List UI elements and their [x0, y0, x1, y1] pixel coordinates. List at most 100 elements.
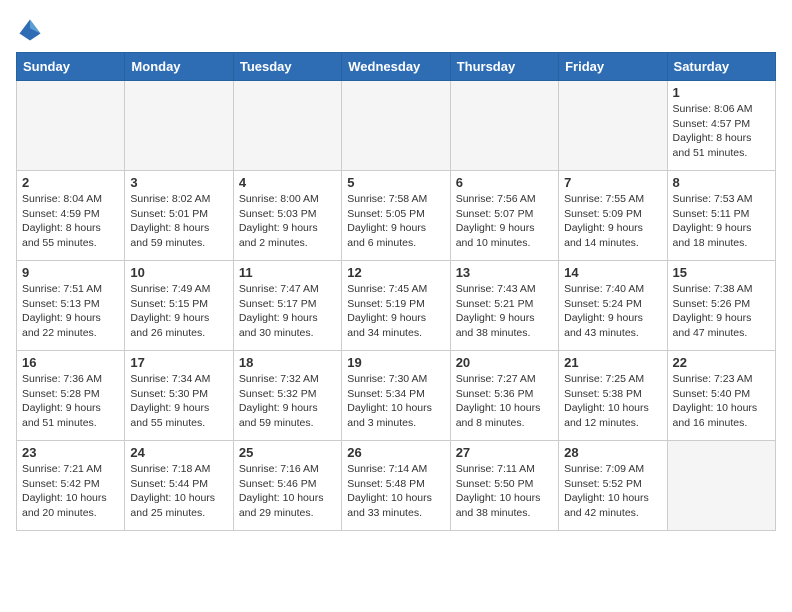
calendar-cell	[342, 81, 450, 171]
page-header	[16, 16, 776, 44]
day-info: Sunrise: 7:27 AM Sunset: 5:36 PM Dayligh…	[456, 372, 553, 431]
day-info: Sunrise: 7:53 AM Sunset: 5:11 PM Dayligh…	[673, 192, 770, 251]
calendar-cell: 15Sunrise: 7:38 AM Sunset: 5:26 PM Dayli…	[667, 261, 775, 351]
col-header-friday: Friday	[559, 53, 667, 81]
calendar-cell	[667, 441, 775, 531]
calendar-cell: 11 Sunrise: 7:47 AM Sunset: 5:17 PM Dayli…	[233, 261, 341, 351]
day-number: 24	[130, 445, 227, 460]
day-info: Sunrise: 7:09 AM Sunset: 5:52 PM Dayligh…	[564, 462, 661, 521]
day-info: Sunrise: 7:11 AM Sunset: 5:50 PM Dayligh…	[456, 462, 553, 521]
calendar-cell	[17, 81, 125, 171]
day-number: 25	[239, 445, 336, 460]
col-header-thursday: Thursday	[450, 53, 558, 81]
calendar-cell: 7Sunrise: 7:55 AM Sunset: 5:09 PM Daylig…	[559, 171, 667, 261]
day-number: 19	[347, 355, 444, 370]
calendar-cell	[233, 81, 341, 171]
day-number: 12	[347, 265, 444, 280]
day-info: Sunrise: 7:23 AM Sunset: 5:40 PM Dayligh…	[673, 372, 770, 431]
calendar-cell: 27 Sunrise: 7:11 AM Sunset: 5:50 PM Dayli…	[450, 441, 558, 531]
day-info: Sunrise: 7:25 AM Sunset: 5:38 PM Dayligh…	[564, 372, 661, 431]
day-info: Sunrise: 8:00 AM Sunset: 5:03 PM Dayligh…	[239, 192, 336, 251]
calendar-cell	[125, 81, 233, 171]
day-number: 13	[456, 265, 553, 280]
day-info: Sunrise: 7:30 AM Sunset: 5:34 PM Dayligh…	[347, 372, 444, 431]
calendar-cell: 16 Sunrise: 7:36 AM Sunset: 5:28 PM Dayli…	[17, 351, 125, 441]
col-header-sunday: Sunday	[17, 53, 125, 81]
day-info: Sunrise: 7:14 AM Sunset: 5:48 PM Dayligh…	[347, 462, 444, 521]
logo	[16, 16, 48, 44]
calendar-cell	[450, 81, 558, 171]
day-number: 20	[456, 355, 553, 370]
day-info: Sunrise: 7:45 AM Sunset: 5:19 PM Dayligh…	[347, 282, 444, 341]
day-number: 18	[239, 355, 336, 370]
week-row-4: 23 Sunrise: 7:21 AM Sunset: 5:42 PM Dayli…	[17, 441, 776, 531]
calendar-cell: 23 Sunrise: 7:21 AM Sunset: 5:42 PM Dayli…	[17, 441, 125, 531]
calendar-cell: 12 Sunrise: 7:45 AM Sunset: 5:19 PM Dayli…	[342, 261, 450, 351]
calendar-cell: 24Sunrise: 7:18 AM Sunset: 5:44 PM Dayli…	[125, 441, 233, 531]
day-info: Sunrise: 7:32 AM Sunset: 5:32 PM Dayligh…	[239, 372, 336, 431]
col-header-saturday: Saturday	[667, 53, 775, 81]
calendar-cell: 2 Sunrise: 8:04 AM Sunset: 4:59 PM Daylig…	[17, 171, 125, 261]
calendar-cell: 9 Sunrise: 7:51 AM Sunset: 5:13 PM Daylig…	[17, 261, 125, 351]
day-number: 22	[673, 355, 770, 370]
day-number: 26	[347, 445, 444, 460]
day-info: Sunrise: 7:56 AM Sunset: 5:07 PM Dayligh…	[456, 192, 553, 251]
calendar-cell: 8 Sunrise: 7:53 AM Sunset: 5:11 PM Daylig…	[667, 171, 775, 261]
day-number: 2	[22, 175, 119, 190]
day-number: 3	[130, 175, 227, 190]
day-number: 4	[239, 175, 336, 190]
calendar-cell: 1 Sunrise: 8:06 AM Sunset: 4:57 PM Daylig…	[667, 81, 775, 171]
calendar-cell: 13 Sunrise: 7:43 AM Sunset: 5:21 PM Dayli…	[450, 261, 558, 351]
day-number: 23	[22, 445, 119, 460]
day-info: Sunrise: 7:47 AM Sunset: 5:17 PM Dayligh…	[239, 282, 336, 341]
calendar-cell: 6 Sunrise: 7:56 AM Sunset: 5:07 PM Daylig…	[450, 171, 558, 261]
week-row-1: 2 Sunrise: 8:04 AM Sunset: 4:59 PM Daylig…	[17, 171, 776, 261]
day-info: Sunrise: 7:38 AM Sunset: 5:26 PM Dayligh…	[673, 282, 770, 341]
day-number: 10	[130, 265, 227, 280]
day-number: 6	[456, 175, 553, 190]
week-row-0: 1 Sunrise: 8:06 AM Sunset: 4:57 PM Daylig…	[17, 81, 776, 171]
day-number: 9	[22, 265, 119, 280]
calendar-header-row: SundayMondayTuesdayWednesdayThursdayFrid…	[17, 53, 776, 81]
day-number: 28	[564, 445, 661, 460]
week-row-2: 9 Sunrise: 7:51 AM Sunset: 5:13 PM Daylig…	[17, 261, 776, 351]
day-number: 16	[22, 355, 119, 370]
calendar-table: SundayMondayTuesdayWednesdayThursdayFrid…	[16, 52, 776, 531]
calendar-cell: 21Sunrise: 7:25 AM Sunset: 5:38 PM Dayli…	[559, 351, 667, 441]
day-number: 5	[347, 175, 444, 190]
day-number: 14	[564, 265, 661, 280]
calendar-cell: 14 Sunrise: 7:40 AM Sunset: 5:24 PM Dayli…	[559, 261, 667, 351]
col-header-tuesday: Tuesday	[233, 53, 341, 81]
calendar-cell: 17 Sunrise: 7:34 AM Sunset: 5:30 PM Dayli…	[125, 351, 233, 441]
day-number: 1	[673, 85, 770, 100]
day-info: Sunrise: 7:51 AM Sunset: 5:13 PM Dayligh…	[22, 282, 119, 341]
day-number: 8	[673, 175, 770, 190]
day-info: Sunrise: 7:55 AM Sunset: 5:09 PM Dayligh…	[564, 192, 661, 251]
logo-icon	[16, 16, 44, 44]
day-info: Sunrise: 7:49 AM Sunset: 5:15 PM Dayligh…	[130, 282, 227, 341]
day-number: 17	[130, 355, 227, 370]
day-number: 11	[239, 265, 336, 280]
day-info: Sunrise: 7:34 AM Sunset: 5:30 PM Dayligh…	[130, 372, 227, 431]
day-info: Sunrise: 7:21 AM Sunset: 5:42 PM Dayligh…	[22, 462, 119, 521]
calendar-cell: 26 Sunrise: 7:14 AM Sunset: 5:48 PM Dayli…	[342, 441, 450, 531]
calendar-cell: 20 Sunrise: 7:27 AM Sunset: 5:36 PM Dayli…	[450, 351, 558, 441]
calendar-cell: 4 Sunrise: 8:00 AM Sunset: 5:03 PM Daylig…	[233, 171, 341, 261]
calendar-cell	[559, 81, 667, 171]
day-info: Sunrise: 8:02 AM Sunset: 5:01 PM Dayligh…	[130, 192, 227, 251]
calendar-cell: 19 Sunrise: 7:30 AM Sunset: 5:34 PM Dayli…	[342, 351, 450, 441]
week-row-3: 16 Sunrise: 7:36 AM Sunset: 5:28 PM Dayli…	[17, 351, 776, 441]
day-info: Sunrise: 8:04 AM Sunset: 4:59 PM Dayligh…	[22, 192, 119, 251]
day-info: Sunrise: 7:36 AM Sunset: 5:28 PM Dayligh…	[22, 372, 119, 431]
day-info: Sunrise: 7:58 AM Sunset: 5:05 PM Dayligh…	[347, 192, 444, 251]
day-info: Sunrise: 8:06 AM Sunset: 4:57 PM Dayligh…	[673, 102, 770, 161]
day-number: 27	[456, 445, 553, 460]
calendar-cell: 3 Sunrise: 8:02 AM Sunset: 5:01 PM Daylig…	[125, 171, 233, 261]
col-header-wednesday: Wednesday	[342, 53, 450, 81]
day-info: Sunrise: 7:40 AM Sunset: 5:24 PM Dayligh…	[564, 282, 661, 341]
calendar-cell: 5 Sunrise: 7:58 AM Sunset: 5:05 PM Daylig…	[342, 171, 450, 261]
calendar-cell: 18 Sunrise: 7:32 AM Sunset: 5:32 PM Dayli…	[233, 351, 341, 441]
day-info: Sunrise: 7:43 AM Sunset: 5:21 PM Dayligh…	[456, 282, 553, 341]
calendar-cell: 28 Sunrise: 7:09 AM Sunset: 5:52 PM Dayli…	[559, 441, 667, 531]
col-header-monday: Monday	[125, 53, 233, 81]
